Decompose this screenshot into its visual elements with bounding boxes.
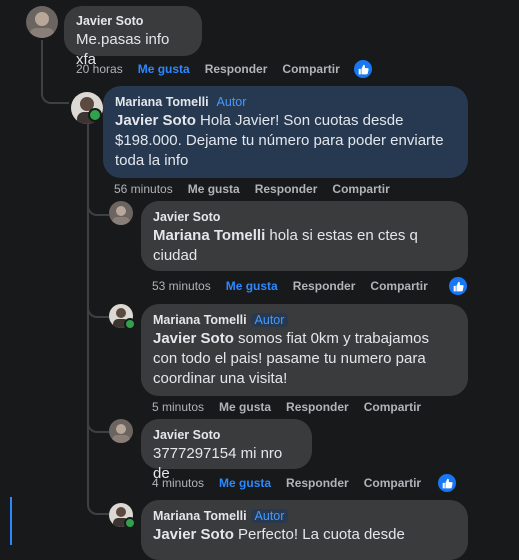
comment-text: Javier Soto Perfecto! La cuota desde — [153, 526, 405, 543]
comment-author-line: Mariana Tomelli Autor — [153, 508, 456, 524]
mention-link[interactable]: Javier Soto — [115, 112, 196, 129]
mention-link[interactable]: Javier Soto — [153, 526, 234, 543]
reply-button[interactable]: Responder — [286, 476, 349, 490]
comment-bubble: Mariana Tomelli Autor Javier Soto Hola Ja… — [103, 86, 468, 178]
share-button[interactable]: Compartir — [282, 62, 339, 76]
share-button[interactable]: Compartir — [332, 182, 389, 196]
comment-bubble: Javier Soto 3777297154 mi nro de — [141, 419, 312, 482]
like-reaction-icon[interactable] — [447, 275, 469, 297]
comment-time[interactable]: 56 minutos — [114, 182, 173, 196]
online-status-icon — [88, 108, 102, 122]
online-status-icon — [124, 318, 136, 330]
like-button[interactable]: Me gusta — [138, 62, 190, 76]
comment-actions: 5 minutos Me gusta Responder Compartir — [152, 400, 436, 414]
online-status-icon — [124, 517, 136, 529]
mention-link[interactable]: Javier Soto — [153, 330, 234, 347]
reply-button[interactable]: Responder — [255, 182, 318, 196]
comment-text: Mariana Tomelli hola si estas en ctes q … — [153, 227, 418, 264]
avatar[interactable] — [26, 6, 58, 38]
comment-actions: 53 minutos Me gusta Responder Compartir — [152, 279, 443, 293]
comment-bubble: Javier Soto Mariana Tomelli hola si esta… — [141, 201, 468, 271]
reply-button[interactable]: Responder — [293, 279, 356, 293]
like-reaction-icon[interactable] — [436, 472, 458, 494]
reply-button[interactable]: Responder — [286, 400, 349, 414]
comment-author-line: Mariana Tomelli Autor — [153, 312, 456, 328]
comment-author[interactable]: Javier Soto — [153, 427, 300, 443]
comment-actions: 56 minutos Me gusta Responder Compartir — [114, 182, 405, 196]
comment-author[interactable]: Mariana Tomelli — [153, 509, 247, 523]
comment-author[interactable]: Javier Soto — [76, 13, 190, 29]
thread-connector — [87, 300, 109, 318]
comment-actions: 20 horas Me gusta Responder Compartir — [76, 62, 355, 76]
user-photo-icon — [26, 6, 58, 38]
reply-button[interactable]: Responder — [205, 62, 268, 76]
author-badge: Autor — [250, 509, 289, 523]
comment-actions: 4 minutos Me gusta Responder Compartir — [152, 476, 436, 490]
share-button[interactable]: Compartir — [364, 476, 421, 490]
comment-text: Javier Soto somos fiat 0km y trabajamos … — [153, 330, 429, 387]
mention-link[interactable]: Mariana Tomelli — [153, 227, 265, 244]
comment-bubble: Mariana Tomelli Autor Javier Soto somos f… — [141, 304, 468, 396]
comment-time[interactable]: 4 minutos — [152, 476, 204, 490]
like-button[interactable]: Me gusta — [219, 476, 271, 490]
share-button[interactable]: Compartir — [370, 279, 427, 293]
selection-indicator — [10, 497, 12, 545]
comment-time[interactable]: 20 horas — [76, 62, 123, 76]
comment-bubble: Javier Soto Me.pasas info xfa — [64, 6, 202, 68]
user-photo-icon — [109, 419, 133, 443]
author-badge: Autor — [212, 95, 251, 109]
comment-author[interactable]: Mariana Tomelli — [115, 95, 209, 109]
thread-connector — [41, 88, 69, 104]
comment-author[interactable]: Mariana Tomelli — [153, 313, 247, 327]
avatar[interactable] — [109, 419, 133, 443]
thread-connector — [87, 415, 109, 433]
thread-connector — [87, 198, 109, 216]
share-button[interactable]: Compartir — [364, 400, 421, 414]
like-button[interactable]: Me gusta — [226, 279, 278, 293]
thread-connector — [87, 497, 109, 515]
comment-author[interactable]: Javier Soto — [153, 209, 456, 225]
like-button[interactable]: Me gusta — [188, 182, 240, 196]
user-photo-icon — [109, 201, 133, 225]
comment-author-line: Mariana Tomelli Autor — [115, 94, 456, 110]
avatar[interactable] — [109, 201, 133, 225]
comment-bubble: Mariana Tomelli Autor Javier Soto Perfect… — [141, 500, 468, 560]
comment-text: Javier Soto Hola Javier! Son cuotas desd… — [115, 112, 444, 169]
author-badge: Autor — [250, 313, 289, 327]
like-button[interactable]: Me gusta — [219, 400, 271, 414]
comment-time[interactable]: 5 minutos — [152, 400, 204, 414]
thread-line — [41, 40, 43, 90]
like-reaction-icon[interactable] — [352, 58, 374, 80]
comment-time[interactable]: 53 minutos — [152, 279, 211, 293]
